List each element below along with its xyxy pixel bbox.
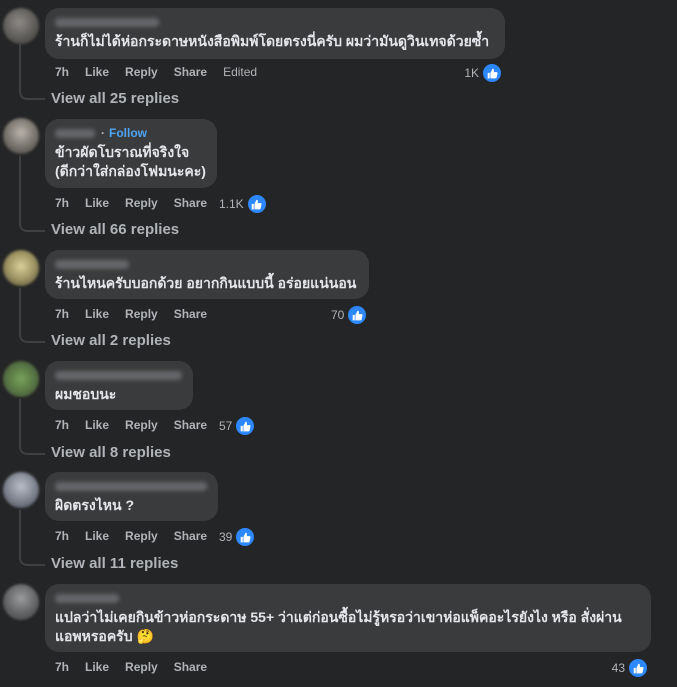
comment-bubble: ร้านก็ไม่ได้ห่อกระดาษหนังสือพิมพ์โดยตรงน…: [45, 8, 505, 59]
timestamp-link[interactable]: 7h: [55, 418, 69, 432]
timestamp-link[interactable]: 7h: [55, 196, 69, 210]
comment-bubble: ร้านไหนครับบอกด้วย อยากกินแบบนี้ อร่อยแน…: [45, 250, 369, 299]
thumbs-up-icon: [234, 526, 257, 548]
reaction-count-label: 43: [611, 661, 625, 675]
author-row: [55, 368, 182, 382]
comment-text: ร้านก็ไม่ได้ห่อกระดาษหนังสือพิมพ์โดยตรงน…: [55, 33, 490, 49]
avatar[interactable]: [3, 361, 39, 397]
reaction-count-label: 1K: [464, 66, 479, 80]
reaction-count[interactable]: 39: [219, 526, 257, 548]
reply-thread-line: [19, 44, 45, 100]
like-button[interactable]: Like: [85, 307, 109, 321]
share-button[interactable]: Share: [174, 418, 207, 432]
avatar[interactable]: [3, 584, 39, 620]
comment-actions: 7h Like Reply Share: [55, 195, 223, 211]
share-button[interactable]: Share: [174, 196, 207, 210]
like-button[interactable]: Like: [85, 65, 109, 79]
comment-bubble: ผิดตรงไหน ?: [45, 472, 218, 521]
author-row: [55, 257, 358, 271]
reply-button[interactable]: Reply: [125, 307, 158, 321]
comment-thread: ร้านก็ไม่ได้ห่อกระดาษหนังสือพิมพ์โดยตรงน…: [0, 0, 677, 687]
share-button[interactable]: Share: [174, 65, 207, 79]
avatar[interactable]: [3, 250, 39, 286]
view-replies-link[interactable]: View all 8 replies: [51, 444, 171, 461]
reaction-count[interactable]: 1.1K: [219, 193, 268, 215]
share-button[interactable]: Share: [174, 307, 207, 321]
reply-button[interactable]: Reply: [125, 418, 158, 432]
reaction-count-label: 57: [219, 419, 233, 433]
comment-text: ข้าวผัดโบราณที่จริงใจ (ดีกว่าใส่กล่องโฟม…: [55, 144, 206, 179]
timestamp-link[interactable]: 7h: [55, 65, 69, 79]
thumbs-up-icon: [234, 415, 257, 437]
share-button[interactable]: Share: [174, 660, 207, 674]
like-button[interactable]: Like: [85, 196, 109, 210]
like-button[interactable]: Like: [85, 418, 109, 432]
comment-actions: 7h Like Reply Share: [55, 528, 223, 544]
author-name-redacted[interactable]: [55, 593, 119, 603]
comment-text: ผมชอบนะ: [55, 386, 117, 402]
reply-button[interactable]: Reply: [125, 529, 158, 543]
avatar[interactable]: [3, 472, 39, 508]
reaction-count-label: 39: [219, 530, 233, 544]
view-replies-link[interactable]: View all 25 replies: [51, 90, 179, 107]
reaction-count-label: 70: [331, 308, 345, 322]
author-name-redacted[interactable]: [55, 259, 129, 269]
author-row: [55, 591, 640, 605]
author-name-redacted[interactable]: [55, 370, 182, 380]
comment-actions: 7h Like Reply Share: [55, 659, 223, 675]
comment-text: ผิดตรงไหน ?: [55, 497, 135, 513]
view-replies-link[interactable]: View all 11 replies: [51, 555, 178, 572]
reply-button[interactable]: Reply: [125, 660, 158, 674]
comment-actions: 7h Like Reply Share Edited: [55, 64, 273, 80]
comment-bubble: แปลว่าไม่เคยกินข้าวห่อกระดาษ 55+ ว่าแต่ก…: [45, 584, 651, 652]
author-row: · Follow: [55, 126, 206, 140]
thinking-face-emoji: 🤔: [136, 628, 154, 644]
thumbs-up-icon: [245, 193, 268, 215]
thumbs-up-icon: [627, 657, 649, 679]
avatar[interactable]: [3, 118, 39, 154]
follow-button[interactable]: · Follow: [101, 126, 147, 140]
author-name-redacted[interactable]: [55, 17, 159, 27]
reaction-count[interactable]: 1K: [464, 62, 503, 84]
view-replies-link[interactable]: View all 66 replies: [51, 221, 179, 238]
reaction-count-label: 1.1K: [219, 197, 244, 211]
reply-thread-line: [19, 510, 45, 566]
author-row: [55, 15, 494, 29]
timestamp-link[interactable]: 7h: [55, 307, 69, 321]
thumbs-up-icon: [481, 62, 503, 84]
comment-actions: 7h Like Reply Share: [55, 306, 223, 322]
reaction-count[interactable]: 57: [219, 415, 257, 437]
author-name-redacted[interactable]: [55, 128, 95, 138]
comment-actions: 7h Like Reply Share: [55, 417, 223, 433]
author-row: [55, 479, 207, 493]
timestamp-link[interactable]: 7h: [55, 660, 69, 674]
comment-text: แปลว่าไม่เคยกินข้าวห่อกระดาษ 55+ ว่าแต่ก…: [55, 608, 640, 646]
thumbs-up-icon: [346, 304, 369, 326]
reply-thread-line: [19, 288, 45, 343]
reply-button[interactable]: Reply: [125, 196, 158, 210]
comment-bubble: ผมชอบนะ: [45, 361, 193, 410]
view-replies-link[interactable]: View all 2 replies: [51, 332, 171, 349]
like-button[interactable]: Like: [85, 529, 109, 543]
follow-label: Follow: [109, 126, 147, 140]
reply-button[interactable]: Reply: [125, 65, 158, 79]
like-button[interactable]: Like: [85, 660, 109, 674]
comment-bubble: · Follow ข้าวผัดโบราณที่จริงใจ (ดีกว่าใส่…: [45, 119, 217, 188]
edited-label[interactable]: Edited: [223, 65, 257, 79]
share-button[interactable]: Share: [174, 529, 207, 543]
timestamp-link[interactable]: 7h: [55, 529, 69, 543]
reaction-count[interactable]: 70: [331, 304, 369, 326]
reaction-count[interactable]: 43: [612, 657, 649, 679]
reply-thread-line: [19, 399, 45, 455]
comment-text: ร้านไหนครับบอกด้วย อยากกินแบบนี้ อร่อยแน…: [55, 275, 357, 291]
avatar[interactable]: [3, 8, 39, 44]
author-name-redacted[interactable]: [55, 481, 207, 491]
reply-thread-line: [19, 156, 45, 232]
